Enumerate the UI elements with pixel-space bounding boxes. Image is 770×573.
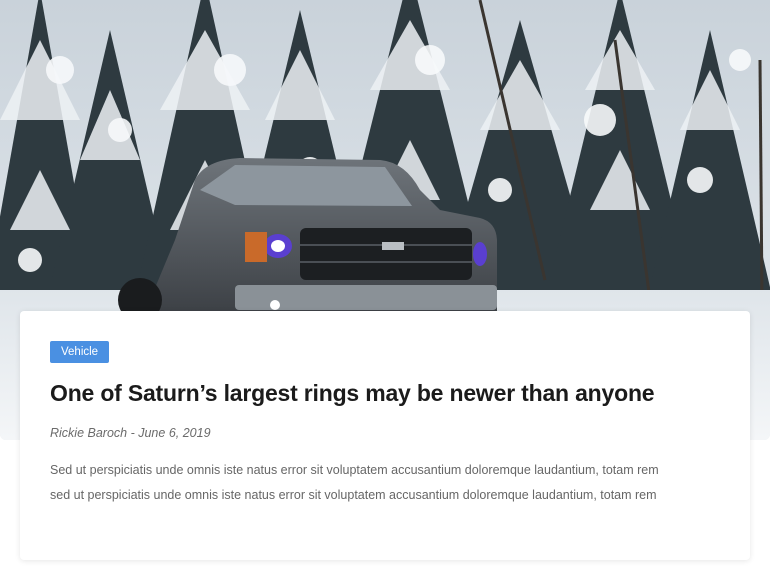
- author-name[interactable]: Rickie Baroch: [50, 426, 127, 440]
- post-date: June 6, 2019: [138, 426, 211, 440]
- category-tag[interactable]: Vehicle: [50, 341, 110, 363]
- meta-separator: -: [127, 426, 139, 440]
- blog-post-page: Vehicle One of Saturn’s largest rings ma…: [0, 0, 770, 573]
- post-excerpt: Sed ut perspiciatis unde omnis iste natu…: [50, 463, 659, 502]
- post-title[interactable]: One of Saturn’s largest rings may be new…: [50, 380, 655, 407]
- post-meta: Rickie Baroch - June 6, 2019: [50, 426, 211, 440]
- post-card: Vehicle One of Saturn’s largest rings ma…: [20, 311, 750, 560]
